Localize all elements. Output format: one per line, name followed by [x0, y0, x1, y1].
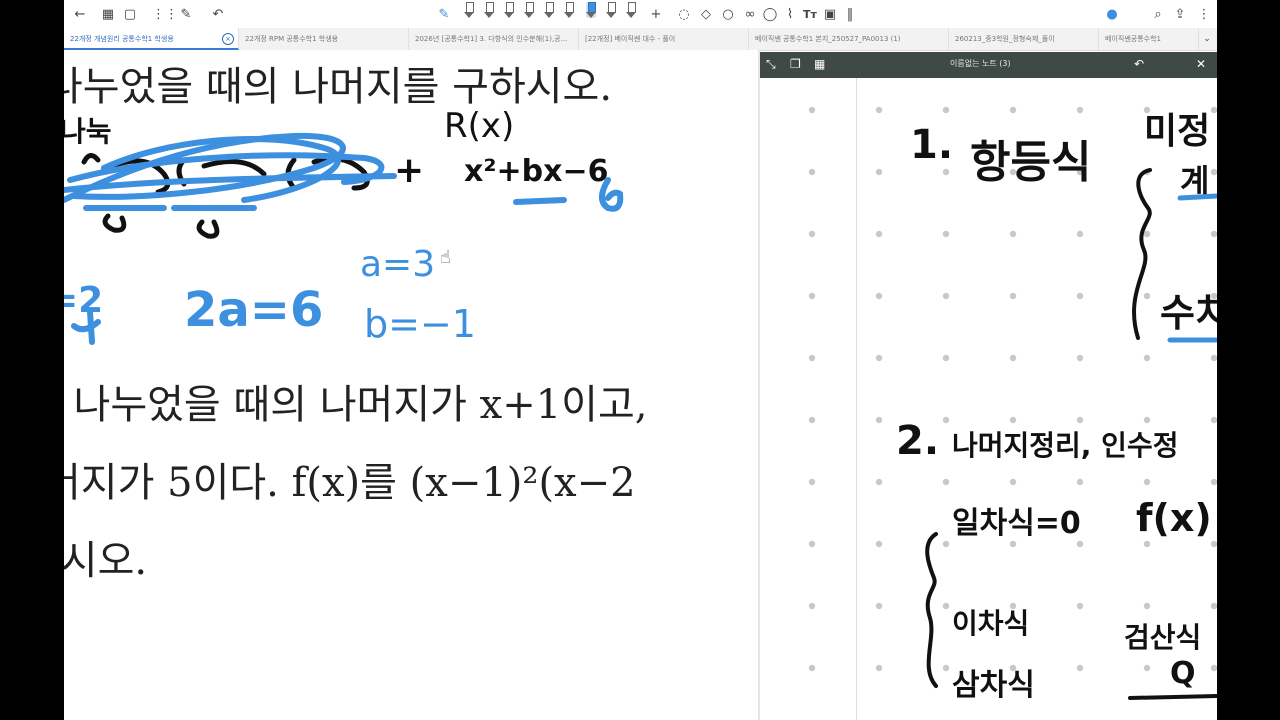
pen-1-icon[interactable]: [464, 2, 474, 18]
page-icon[interactable]: ▢: [122, 4, 138, 24]
more-vertical-icon[interactable]: ⋮: [1196, 4, 1212, 24]
note-canvas[interactable]: 1. 항등식 미정 계 수치 2. 나머지정리, 인수정 일차식=0 f(x) …: [760, 78, 1217, 720]
tab-label: [22개정] 베이직쎈 대수 - 풀이: [585, 35, 676, 43]
pen-settings-icon[interactable]: ✎: [178, 4, 194, 24]
apps-icon[interactable]: ⋮⋮: [152, 4, 178, 24]
tab-label: 베이직쎈 공통수학1 본지_250527_PA0013 (1): [755, 35, 901, 43]
tab-item[interactable]: 260213_중3학원_정형숙제_풀이: [949, 28, 1099, 50]
collapse-icon[interactable]: ⤡: [766, 57, 776, 72]
shape-icon[interactable]: ○: [720, 4, 736, 24]
handwriting-ink-layer: [64, 132, 624, 345]
text-icon[interactable]: Tт: [802, 4, 818, 24]
add-pen-icon[interactable]: +: [648, 4, 664, 24]
lasso-icon[interactable]: ◌: [676, 4, 692, 24]
tab-list-chevron-icon[interactable]: ⌄: [1199, 29, 1215, 49]
undo-icon[interactable]: ↶: [1134, 57, 1144, 71]
pen-3-icon[interactable]: [504, 2, 514, 18]
tab-label: 22개정 RPM 공통수학1 학생용: [245, 35, 339, 43]
pen-6-icon[interactable]: [564, 2, 574, 18]
tab-item[interactable]: 2026년 [공통수학1] 3. 다항식의 인수분해(1),공...: [409, 28, 579, 50]
eraser-icon[interactable]: ◇: [698, 4, 714, 24]
grid-icon[interactable]: ▦: [100, 4, 116, 24]
pause-icon[interactable]: ‖: [842, 4, 858, 24]
left-letterbox: [0, 0, 64, 720]
pen-8-icon[interactable]: [606, 2, 616, 18]
tab-item[interactable]: 베이직쎈공통수학1: [1099, 28, 1199, 50]
tab-label: 베이직쎈공통수학1: [1105, 35, 1161, 43]
document-tab-bar: 22개정 개념원리 공통수학1 학생용 × 22개정 RPM 공통수학1 학생용…: [64, 28, 1217, 51]
close-tab-icon[interactable]: ×: [222, 33, 234, 45]
tab-label: 2026년 [공통수학1] 3. 다항식의 인수분해(1),공...: [415, 35, 568, 43]
pen-tool-icon[interactable]: ✎: [436, 4, 452, 24]
right-letterbox: [1217, 0, 1280, 720]
tab-item[interactable]: 22개정 RPM 공통수학1 학생용: [239, 28, 409, 50]
image-icon[interactable]: ▣: [822, 4, 838, 24]
comment-icon[interactable]: ◯: [762, 4, 778, 24]
tab-label: 22개정 개념원리 공통수학1 학생용: [70, 35, 174, 43]
panel-title[interactable]: 이름없는 노트 (3): [950, 58, 1011, 69]
pen-9-icon[interactable]: [626, 2, 636, 18]
note-app-window: ← ▦ ▢ ⋮⋮ ✎ ↶ ✎ + ◌ ◇ ○ ∞ ◯ ⌇ Tт ▣ ‖ ● ⌕ …: [64, 0, 1217, 720]
pen-4-icon[interactable]: [524, 2, 534, 18]
side-note-panel: ⤡ ❐ ▦ 이름없는 노트 (3) ↶ ✕ 1. 항등식 미정 계 수치 2. …: [760, 52, 1217, 720]
grid-icon[interactable]: ▦: [814, 57, 825, 71]
pen-5-icon[interactable]: [544, 2, 554, 18]
tab-label: 260213_중3학원_정형숙제_풀이: [955, 35, 1055, 43]
back-arrow-icon[interactable]: ←: [72, 4, 88, 24]
pen-2-icon[interactable]: [484, 2, 494, 18]
hand-pointer-cursor-icon: ☝: [440, 247, 451, 268]
tab-item[interactable]: 22개정 개념원리 공통수학1 학생용 ×: [64, 28, 239, 50]
share-icon[interactable]: ⇪: [1172, 4, 1188, 24]
close-icon[interactable]: ✕: [1196, 57, 1206, 71]
undo-icon[interactable]: ↶: [210, 4, 226, 24]
link-icon[interactable]: ∞: [742, 4, 758, 24]
highlighter-icon[interactable]: ⌇: [782, 4, 798, 24]
copy-icon[interactable]: ❐: [790, 57, 801, 71]
microphone-icon[interactable]: ●: [1104, 4, 1120, 24]
tab-item[interactable]: 베이직쎈 공통수학1 본지_250527_PA0013 (1): [749, 28, 949, 50]
document-page[interactable]: 나누었을 때의 나머지를 구하시오. 로 나누었을 때의 나머지가 x+1이고,…: [64, 50, 760, 720]
tab-item[interactable]: [22개정] 베이직쎈 대수 - 풀이: [579, 28, 749, 50]
pen-blue-selected-icon[interactable]: [586, 2, 596, 18]
search-icon[interactable]: ⌕: [1150, 4, 1166, 24]
top-toolbar: ← ▦ ▢ ⋮⋮ ✎ ↶ ✎ + ◌ ◇ ○ ∞ ◯ ⌇ Tт ▣ ‖ ● ⌕ …: [64, 0, 1217, 28]
panel-header: ⤡ ❐ ▦ 이름없는 노트 (3) ↶ ✕: [760, 52, 1217, 78]
note-ink-layer: [925, 168, 1217, 700]
